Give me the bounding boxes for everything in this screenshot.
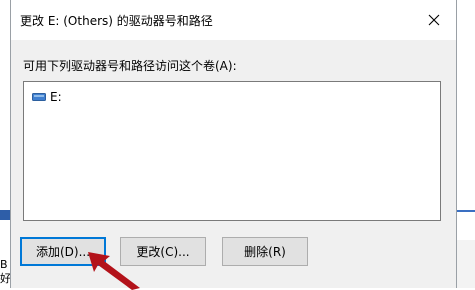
drive-letter-label: E: (50, 90, 62, 104)
close-icon (428, 14, 439, 26)
dialog-title: 更改 E: (Others) 的驱动器号和路径 (20, 14, 213, 28)
delete-button[interactable]: 删除(R) (222, 237, 308, 266)
annotation-arrow-icon (88, 252, 140, 290)
list-item[interactable]: E: (32, 89, 62, 105)
drive-path-list[interactable]: E: (23, 81, 441, 221)
close-button[interactable] (411, 4, 456, 36)
background-window-panel (456, 210, 475, 240)
change-drive-letter-dialog: 更改 E: (Others) 的驱动器号和路径 可用下列驱动器号和路径访问这个卷… (10, 0, 457, 288)
background-window-grey (456, 240, 475, 288)
drive-icon (32, 93, 46, 101)
volume-access-label: 可用下列驱动器号和路径访问这个卷(A): (23, 59, 237, 73)
title-bar[interactable]: 更改 E: (Others) 的驱动器号和路径 (11, 0, 456, 40)
